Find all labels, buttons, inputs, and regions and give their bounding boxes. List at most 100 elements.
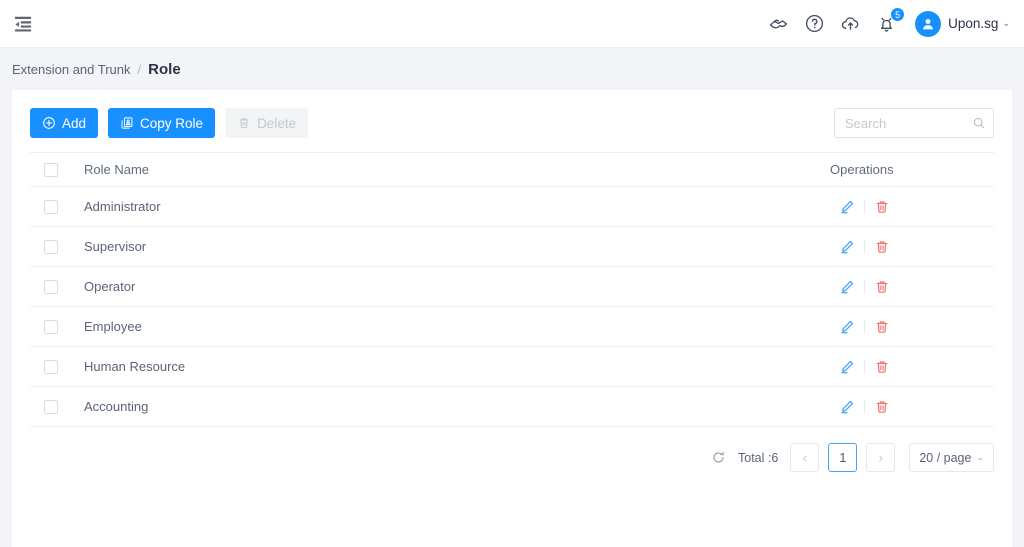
edit-pencil-icon[interactable] xyxy=(830,239,864,255)
search-input[interactable] xyxy=(834,108,994,138)
delete-trash-icon[interactable] xyxy=(865,239,899,255)
copy-icon xyxy=(120,116,134,130)
select-all-cell xyxy=(30,152,76,187)
delete-trash-icon[interactable] xyxy=(865,199,899,215)
cloud-upload-icon[interactable] xyxy=(839,13,861,35)
edit-pencil-icon[interactable] xyxy=(830,399,864,415)
table-header: Role Name Operations xyxy=(30,152,994,187)
page-size-label: 20 / page xyxy=(919,450,972,465)
table-toolbar: Add Copy Role Delete Search xyxy=(30,108,994,138)
help-circle-glyph xyxy=(805,14,823,33)
copy-role-button[interactable]: Copy Role xyxy=(108,108,216,138)
edit-pencil-icon[interactable] xyxy=(830,359,864,375)
select-all-checkbox[interactable] xyxy=(44,163,58,178)
page-title: Role xyxy=(148,60,181,78)
table-header-row: Role Name Operations xyxy=(30,152,994,187)
menu-fold-icon[interactable] xyxy=(8,9,38,39)
toolbar-buttons: Add Copy Role Delete xyxy=(30,108,309,138)
row-operations xyxy=(830,279,993,295)
search-box xyxy=(834,108,994,138)
row-checkbox[interactable] xyxy=(44,320,58,335)
trash-icon xyxy=(237,116,251,130)
role-name-cell: Accounting xyxy=(76,386,814,427)
row-select-cell xyxy=(30,226,76,267)
content-card: Add Copy Role Delete Search Role Name Op… xyxy=(12,90,1012,547)
trash-glyph xyxy=(876,200,888,213)
search-icon[interactable] xyxy=(972,116,986,130)
trash-glyph xyxy=(876,280,888,293)
role-name-cell: Supervisor xyxy=(76,226,814,267)
pagination-page-1[interactable]: 1 xyxy=(828,443,858,472)
row-checkbox[interactable] xyxy=(44,240,58,255)
pencil-glyph xyxy=(841,360,854,373)
row-select-cell xyxy=(30,386,76,427)
refresh-icon[interactable] xyxy=(711,450,726,465)
trash-glyph xyxy=(876,240,888,253)
bell-alarm-icon[interactable]: 5 xyxy=(875,6,906,35)
row-checkbox[interactable] xyxy=(44,360,58,375)
row-checkbox[interactable] xyxy=(44,200,58,215)
role-name-cell: Employee xyxy=(76,306,814,347)
role-name-cell: Operator xyxy=(76,266,814,307)
row-operations-cell xyxy=(814,226,994,267)
edit-pencil-icon[interactable] xyxy=(830,279,864,295)
chevron-down-icon: ⌄ xyxy=(976,452,984,462)
pencil-glyph xyxy=(841,400,854,413)
search-glyph xyxy=(973,117,985,129)
row-operations-cell xyxy=(814,266,994,307)
row-select-cell xyxy=(30,306,76,347)
trash-glyph xyxy=(876,320,888,333)
pencil-glyph xyxy=(841,280,854,293)
delete-trash-icon[interactable] xyxy=(865,319,899,335)
user-menu[interactable]: Upon.sg ⌄ xyxy=(915,10,1010,37)
plus-circle-glyph xyxy=(43,117,55,129)
trash-glyph xyxy=(876,400,888,413)
role-name-cell: Human Resource xyxy=(76,346,814,387)
handshake-glyph xyxy=(769,19,787,29)
table-row[interactable]: Accounting xyxy=(30,386,994,427)
row-operations xyxy=(830,239,993,255)
row-operations-cell xyxy=(814,346,994,387)
row-checkbox[interactable] xyxy=(44,280,58,295)
delete-trash-icon[interactable] xyxy=(865,359,899,375)
row-select-cell xyxy=(30,186,76,227)
user-name-label: Upon.sg xyxy=(948,16,999,31)
handshake-icon[interactable] xyxy=(767,13,789,35)
row-operations-cell xyxy=(814,306,994,347)
edit-pencil-icon[interactable] xyxy=(830,319,864,335)
table-body: Administrator Supervisor Operator Employ… xyxy=(30,186,994,427)
table-row[interactable]: Human Resource xyxy=(30,346,994,387)
cloud-upload-glyph xyxy=(841,17,859,30)
help-circle-icon[interactable] xyxy=(803,13,825,35)
total-count-label: Total :6 xyxy=(738,450,779,465)
roles-table: Role Name Operations Administrator Super… xyxy=(30,152,994,427)
page-size-select[interactable]: 20 / page ⌄ xyxy=(909,443,994,472)
pagination: Total :6 ‹ 1 › 20 / page ⌄ xyxy=(30,427,994,472)
table-row[interactable]: Employee xyxy=(30,306,994,347)
add-button[interactable]: Add xyxy=(30,108,99,138)
menu-fold-glyph xyxy=(14,16,32,32)
trash-glyph xyxy=(239,118,249,128)
pagination-prev-button[interactable]: ‹ xyxy=(790,443,820,472)
pagination-next-button[interactable]: › xyxy=(866,443,896,472)
notification-badge: 5 xyxy=(890,6,906,22)
row-select-cell xyxy=(30,266,76,307)
delete-trash-icon[interactable] xyxy=(865,399,899,415)
table-row[interactable]: Supervisor xyxy=(30,226,994,267)
row-operations-cell xyxy=(814,386,994,427)
table-row[interactable]: Operator xyxy=(30,266,994,307)
table-row[interactable]: Administrator xyxy=(30,186,994,227)
plus-circle-icon xyxy=(42,116,56,130)
refresh-glyph xyxy=(713,451,724,463)
edit-pencil-icon[interactable] xyxy=(830,199,864,215)
delete-button[interactable]: Delete xyxy=(225,108,309,138)
user-avatar-icon xyxy=(915,10,942,37)
breadcrumb-parent[interactable]: Extension and Trunk xyxy=(12,62,131,77)
delete-trash-icon[interactable] xyxy=(865,279,899,295)
copy-role-button-label: Copy Role xyxy=(140,115,204,131)
row-checkbox[interactable] xyxy=(44,400,58,415)
breadcrumb-separator: / xyxy=(137,61,142,77)
breadcrumb: Extension and Trunk / Role xyxy=(0,48,1024,90)
delete-button-label: Delete xyxy=(257,115,297,131)
row-operations xyxy=(830,359,993,375)
